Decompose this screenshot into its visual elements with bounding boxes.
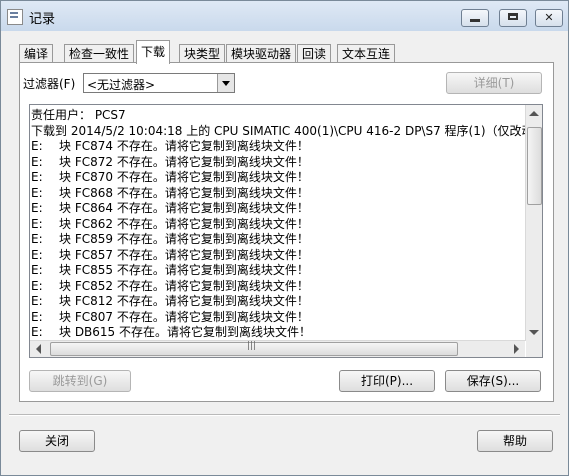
filter-value: <无过滤器> xyxy=(87,78,156,92)
tab-readback[interactable]: 回读 xyxy=(297,44,332,63)
window-title: 记录 xyxy=(29,12,56,27)
log-lines: 责任用户： PCS7 下载到 2014/5/2 10:04:18 上的 CPU … xyxy=(31,108,543,341)
scroll-left-icon[interactable] xyxy=(36,344,41,354)
vertical-scroll-thumb[interactable] xyxy=(527,127,542,205)
tab-compile[interactable]: 编译 xyxy=(19,44,54,63)
close-button[interactable]: 关闭 xyxy=(19,430,95,452)
log-error-row: E: 块 FC870 不存在。请将它复制到离线块文件！ xyxy=(31,170,309,184)
log-error-row: E: 块 FC874 不存在。请将它复制到离线块文件！ xyxy=(31,139,309,153)
log-error-row: E: 块 FC857 不存在。请将它复制到离线块文件！ xyxy=(31,247,309,262)
chevron-down-icon[interactable] xyxy=(217,74,234,92)
help-button[interactable]: 帮助 xyxy=(477,430,553,452)
print-button[interactable]: 打印(P)... xyxy=(339,370,435,392)
log-error-row: E: 块 FC812 不存在。请将它复制到离线块文件！ xyxy=(31,294,309,308)
maximize-icon xyxy=(508,13,518,20)
filter-label: 过滤器(F) xyxy=(23,77,76,91)
log-error-row: E: 块 FC807 不存在。请将它复制到离线块文件！ xyxy=(31,309,309,324)
log-error-row: E: 块 FC852 不存在。请将它复制到离线块文件！ xyxy=(31,278,309,293)
filter-dropdown[interactable]: <无过滤器> xyxy=(83,73,235,93)
details-button[interactable]: 详细(T) xyxy=(446,72,542,94)
maximize-button[interactable] xyxy=(499,9,527,27)
scroll-corner xyxy=(526,341,542,357)
log-list[interactable]: 责任用户： PCS7 下载到 2014/5/2 10:04:18 上的 CPU … xyxy=(29,104,543,358)
tab-consistency-check[interactable]: 检查一致性 xyxy=(64,44,135,63)
log-error-row: E: 块 DB615 不存在。请将它复制到离线块文件！ xyxy=(31,325,312,339)
tab-download[interactable]: 下载 xyxy=(136,40,171,64)
scroll-up-icon[interactable] xyxy=(529,111,539,116)
tab-text-interconnection[interactable]: 文本互连 xyxy=(337,44,396,63)
log-error-row: E: 块 FC859 不存在。请将它复制到离线块文件！ xyxy=(31,232,309,246)
scroll-down-icon[interactable] xyxy=(529,330,539,335)
minimize-button[interactable] xyxy=(461,9,489,27)
close-window-button[interactable]: ✕ xyxy=(535,9,563,27)
log-error-row: E: 块 FC872 不存在。请将它复制到离线块文件！ xyxy=(31,154,309,169)
tab-block-types[interactable]: 块类型 xyxy=(179,44,226,63)
vertical-scrollbar[interactable] xyxy=(525,105,542,341)
log-error-row: E: 块 FC868 不存在。请将它复制到离线块文件！ xyxy=(31,185,309,200)
log-error-row: E: 块 FC864 不存在。请将它复制到离线块文件！ xyxy=(31,201,309,215)
title-bar: 记录 ✕ xyxy=(1,1,568,31)
scroll-right-icon[interactable] xyxy=(514,344,519,354)
log-dialog: 记录 ✕ 编译 检查一致性 下载 块类型 模块驱动器 回读 文本互连 过滤器(F… xyxy=(0,0,569,476)
minimize-icon xyxy=(470,19,480,22)
divider xyxy=(9,414,560,416)
horizontal-scrollbar[interactable] xyxy=(30,340,525,357)
log-window-icon xyxy=(7,9,23,25)
tab-module-drivers[interactable]: 模块驱动器 xyxy=(226,44,297,63)
log-header-download: 下载到 2014/5/2 10:04:18 上的 CPU SIMATIC 400… xyxy=(31,123,543,138)
save-button[interactable]: 保存(S)... xyxy=(445,370,541,392)
horizontal-scroll-thumb[interactable] xyxy=(50,341,458,356)
close-icon: ✕ xyxy=(544,11,554,24)
goto-button[interactable]: 跳转到(G) xyxy=(29,370,131,392)
log-error-row: E: 块 FC855 不存在。请将它复制到离线块文件！ xyxy=(31,263,309,277)
log-error-row: E: 块 FC862 不存在。请将它复制到离线块文件！ xyxy=(31,216,309,231)
log-header-user: 责任用户： PCS7 xyxy=(31,108,126,122)
